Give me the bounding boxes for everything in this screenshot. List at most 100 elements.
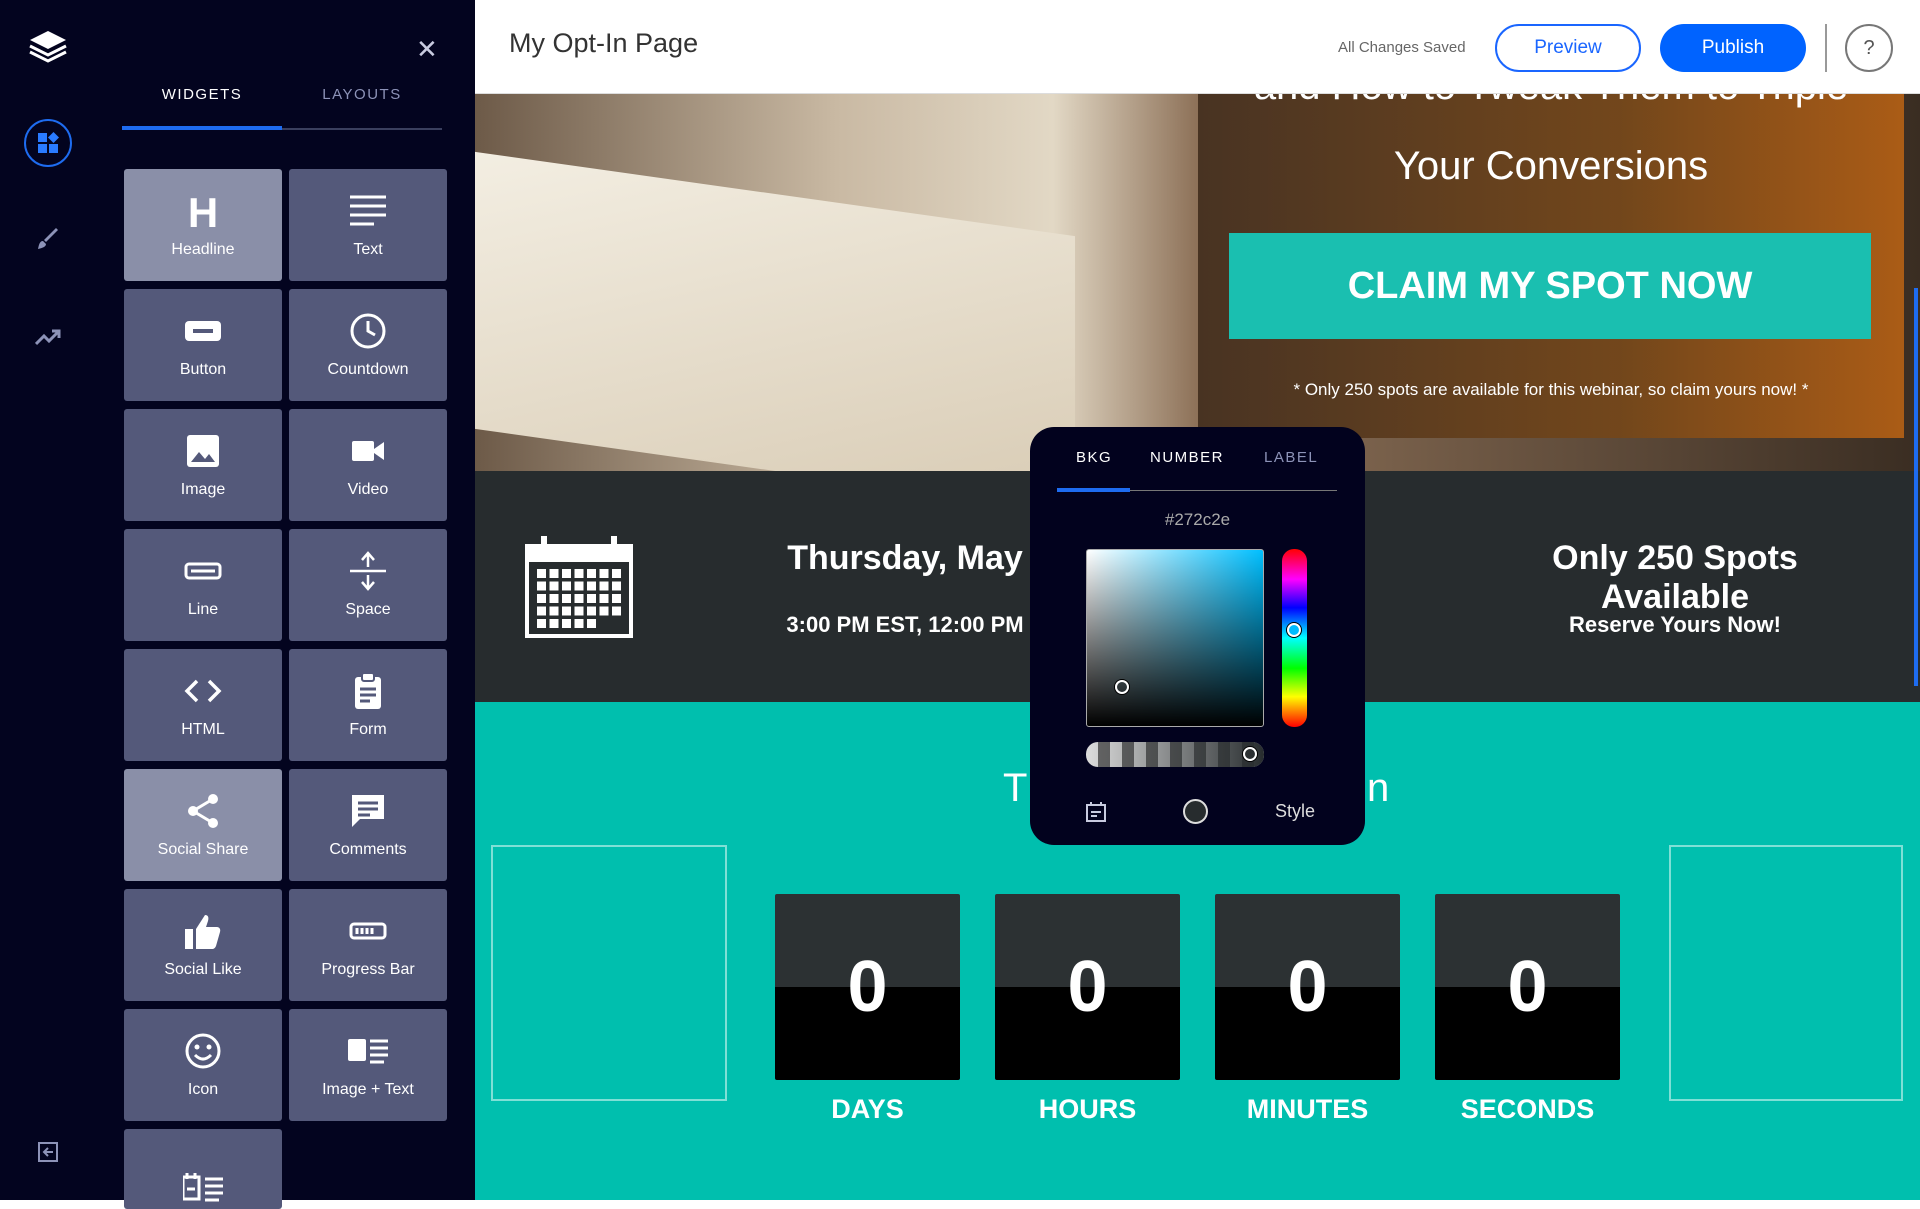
alpha-slider[interactable] — [1086, 742, 1264, 767]
widget-label: Social Like — [164, 961, 242, 978]
page-title[interactable]: My Opt-In Page — [509, 28, 698, 59]
countdown-label: SECONDS — [1460, 1094, 1595, 1124]
widget-label: Button — [179, 361, 227, 378]
widget-label: Progress Bar — [321, 961, 415, 978]
widget-label: Space — [345, 601, 391, 618]
widget-label: Video — [347, 481, 389, 498]
widget-space[interactable]: Space — [289, 529, 447, 641]
top-bar: My Opt-In Page All Changes Saved Preview… — [475, 0, 1920, 94]
icon-rail — [0, 0, 96, 1200]
widget-form[interactable]: Form — [289, 649, 447, 761]
widgets-icon[interactable] — [24, 119, 72, 167]
exit-icon[interactable] — [24, 1128, 72, 1176]
button-icon — [185, 321, 221, 341]
widget-social-like[interactable]: Social Like — [124, 889, 282, 1001]
widget-calendar-list[interactable] — [124, 1129, 282, 1209]
empty-placeholder-left[interactable] — [491, 845, 727, 1101]
picker-tab-bkg[interactable]: BKG — [1076, 449, 1112, 466]
image-text-icon — [348, 1039, 388, 1064]
layers-logo-icon — [24, 23, 72, 71]
saturation-value-area[interactable] — [1086, 549, 1264, 727]
calendar-icon — [525, 536, 633, 643]
save-status: All Changes Saved — [1338, 39, 1466, 56]
image-icon — [187, 435, 219, 467]
social-share-icon — [188, 794, 218, 828]
help-button[interactable]: ? — [1845, 24, 1893, 72]
claim-spot-button[interactable]: CLAIM MY SPOT NOW — [1229, 233, 1871, 339]
widget-social-share[interactable]: Social Share — [124, 769, 282, 881]
spots-note: * Only 250 spots are available for this … — [1293, 380, 1809, 399]
widget-headline[interactable]: H Headline — [124, 169, 282, 281]
widget-line[interactable]: Line — [124, 529, 282, 641]
widget-text[interactable]: Text — [289, 169, 447, 281]
picker-tab-label[interactable]: LABEL — [1264, 449, 1318, 466]
widget-label: Social Share — [157, 841, 249, 858]
widget-image[interactable]: Image — [124, 409, 282, 521]
hero-headline-line2: Your Conversions — [1393, 144, 1709, 188]
social-like-icon — [185, 915, 221, 949]
calendar-small-icon[interactable] — [1085, 801, 1107, 828]
widget-button[interactable]: Button — [124, 289, 282, 401]
countdown-value: 0 — [1287, 947, 1328, 1027]
widget-label: Comments — [329, 841, 407, 858]
countdown-icon — [350, 313, 386, 349]
hero-section[interactable]: and How to Tweak Them to Triple Your Con… — [475, 64, 1920, 514]
alpha-handle[interactable] — [1243, 747, 1257, 761]
picker-active-tab-indicator — [1057, 488, 1130, 492]
widget-icon[interactable]: Icon — [124, 1009, 282, 1121]
widget-video[interactable]: Video — [289, 409, 447, 521]
line-icon — [184, 562, 222, 580]
widget-label: Text — [353, 241, 383, 258]
video-icon — [352, 441, 384, 461]
reserve-text: Reserve Yours Now! — [1569, 612, 1781, 637]
html-icon — [184, 679, 222, 703]
countdown-hours-box[interactable]: 0 — [995, 894, 1180, 1080]
progress-bar-icon — [349, 922, 387, 940]
hue-handle[interactable] — [1287, 623, 1301, 637]
countdown-value: 0 — [1067, 947, 1108, 1027]
icon-icon — [185, 1033, 221, 1069]
hero-photo — [475, 151, 1075, 514]
countdown-heading-end: n — [1367, 766, 1390, 810]
countdown-label: HOURS — [1038, 1094, 1137, 1124]
preview-button[interactable]: Preview — [1495, 24, 1641, 72]
active-tab-indicator — [122, 126, 282, 130]
tab-layouts[interactable]: LAYOUTS — [282, 86, 442, 103]
widget-label: Icon — [187, 1081, 219, 1098]
widget-label: Headline — [171, 241, 235, 258]
color-picker-popup: BKG NUMBER LABEL #272c2e Style — [1030, 427, 1365, 845]
close-icon[interactable]: ✕ — [416, 34, 438, 65]
brush-icon[interactable] — [24, 216, 72, 264]
spots-available: Only 250 Spots Available — [1552, 539, 1798, 616]
hue-slider[interactable] — [1282, 549, 1307, 727]
countdown-label: MINUTES — [1246, 1094, 1369, 1124]
countdown-days-box[interactable]: 0 — [775, 894, 960, 1080]
widget-label: HTML — [181, 721, 225, 738]
widget-label: Line — [187, 601, 219, 618]
widget-countdown[interactable]: Countdown — [289, 289, 447, 401]
widget-html[interactable]: HTML — [124, 649, 282, 761]
widget-comments[interactable]: Comments — [289, 769, 447, 881]
headline-icon: H — [188, 191, 218, 231]
analytics-icon[interactable] — [24, 313, 72, 361]
widget-progress-bar[interactable]: Progress Bar — [289, 889, 447, 1001]
publish-button[interactable]: Publish — [1660, 24, 1806, 72]
picker-tab-number[interactable]: NUMBER — [1150, 449, 1224, 466]
countdown-seconds-box[interactable]: 0 — [1435, 894, 1620, 1080]
scrollbar[interactable] — [1914, 288, 1918, 686]
tab-widgets[interactable]: WIDGETS — [122, 86, 282, 103]
countdown-value: 0 — [847, 947, 888, 1027]
empty-placeholder-right[interactable] — [1669, 845, 1903, 1101]
hex-value[interactable]: #272c2e — [1030, 510, 1365, 530]
countdown-label: DAYS — [831, 1094, 904, 1124]
widget-image-text[interactable]: Image + Text — [289, 1009, 447, 1121]
svg-text:H: H — [188, 191, 218, 231]
sv-handle[interactable] — [1115, 680, 1129, 694]
style-button[interactable]: Style — [1275, 801, 1315, 822]
color-swatch[interactable] — [1183, 799, 1208, 824]
widget-label: Image — [180, 481, 226, 498]
countdown-minutes-box[interactable]: 0 — [1215, 894, 1400, 1080]
calendar-list-icon — [183, 1173, 223, 1202]
comments-icon — [352, 795, 384, 827]
text-icon — [350, 195, 386, 226]
